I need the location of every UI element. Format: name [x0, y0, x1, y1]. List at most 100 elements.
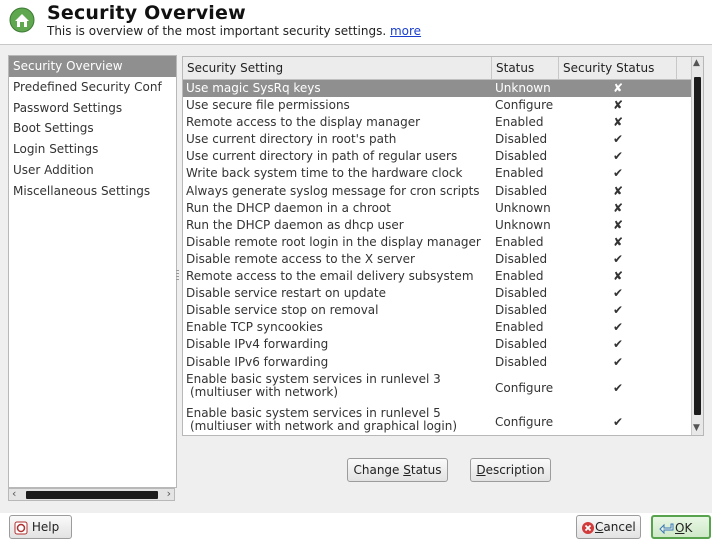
table-row[interactable]: Run the DHCP daemon in a chroot Unknown ✘ — [183, 200, 691, 217]
table-row[interactable]: Enable TCP syncookies Enabled ✔ — [183, 319, 691, 336]
insecure-cross-icon: ✘ — [612, 183, 624, 198]
table-body: Use magic SysRq keys Unknown ✘ Use secure f… — [183, 80, 691, 435]
button-label: escription — [485, 463, 545, 477]
security-setting-cell: Disable IPv6 forwarding — [186, 354, 490, 371]
table-row[interactable]: Use current directory in path of regular… — [183, 148, 691, 165]
scroll-right-icon[interactable]: › — [167, 487, 171, 500]
scrollbar-thumb[interactable] — [694, 77, 701, 415]
security-setting-cell: Disable remote access to the X server — [186, 251, 490, 268]
status-cell: Enabled — [495, 234, 544, 249]
secure-check-icon: ✔ — [612, 380, 624, 395]
sidebar-item[interactable]: Miscellaneous Settings — [9, 181, 176, 202]
scroll-down-icon[interactable]: ▼ — [693, 423, 700, 433]
security-setting-cell: Enable basic system services in runlevel… — [186, 406, 490, 433]
scroll-left-icon[interactable]: ‹ — [12, 487, 16, 500]
setting-name: Disable IPv6 forwarding — [186, 354, 329, 369]
yast-security-icon — [9, 7, 35, 33]
column-header-status[interactable]: Status — [492, 57, 559, 79]
table-vertical-scrollbar[interactable]: ▲ ▼ — [691, 57, 703, 435]
sidebar-item[interactable]: Login Settings — [9, 139, 176, 160]
status-cell: Disabled — [495, 303, 548, 318]
insecure-cross-icon: ✘ — [612, 98, 624, 113]
security-setting-cell: Remote access to the email delivery subs… — [186, 268, 490, 285]
cancel-button[interactable]: Cancel — [576, 515, 641, 539]
table-row[interactable]: Enable basic system services in runlevel… — [183, 405, 691, 435]
insecure-cross-icon: ✘ — [612, 81, 624, 95]
setting-name: Always generate syslog message for cron … — [186, 183, 480, 198]
button-label: Help — [31, 520, 60, 534]
sidebar-item[interactable]: Predefined Security Conf — [9, 77, 176, 98]
status-cell: Unknown — [495, 217, 551, 232]
status-cell: Disabled — [495, 149, 548, 164]
secure-check-icon: ✔ — [612, 337, 624, 352]
setting-name: Run the DHCP daemon as dhcp user — [186, 217, 404, 232]
table-row[interactable]: Remote access to the email delivery subs… — [183, 268, 691, 285]
status-cell: Enabled — [495, 320, 544, 335]
setting-name: Use secure file permissions — [186, 98, 350, 113]
secure-check-icon: ✔ — [612, 251, 624, 266]
sidebar-tree[interactable]: Security Overview Predefined Security Con… — [8, 55, 177, 488]
table-row[interactable]: Remote access to the display manager Enab… — [183, 114, 691, 131]
secure-check-icon: ✔ — [612, 166, 624, 181]
sidebar-item[interactable]: Password Settings — [9, 98, 176, 119]
insecure-cross-icon: ✘ — [612, 200, 624, 215]
security-setting-cell: Run the DHCP daemon as dhcp user — [186, 217, 490, 234]
table-row[interactable]: Use secure file permissions Configure ✘ — [183, 97, 691, 114]
button-mnemonic: S — [403, 463, 411, 477]
column-header-security-status[interactable]: Security Status — [559, 57, 677, 79]
status-cell: Disabled — [495, 337, 548, 352]
help-icon — [14, 521, 28, 534]
setting-name-continuation: (multiuser with network) — [190, 384, 339, 399]
setting-name: Write back system time to the hardware c… — [186, 166, 463, 181]
insecure-cross-icon: ✘ — [612, 234, 624, 249]
security-setting-cell: Run the DHCP daemon in a chroot — [186, 200, 490, 217]
help-button[interactable]: Help — [9, 515, 72, 539]
table-row[interactable]: Disable IPv6 forwarding Disabled ✔ — [183, 354, 691, 371]
column-header-security-setting[interactable]: Security Setting — [183, 57, 492, 79]
ok-button[interactable]: OK — [651, 515, 711, 539]
security-setting-cell: Use secure file permissions — [186, 97, 490, 114]
scroll-up-icon[interactable]: ▲ — [693, 58, 700, 68]
status-cell: Disabled — [495, 132, 548, 147]
table-row[interactable]: Always generate syslog message for cron … — [183, 183, 691, 200]
button-label: tatus — [410, 463, 442, 477]
secure-check-icon: ✔ — [612, 414, 624, 429]
status-cell: Disabled — [495, 286, 548, 301]
table-row[interactable]: Disable remote access to the X server Dis… — [183, 251, 691, 268]
status-cell: Enabled — [495, 115, 544, 130]
setting-name: Disable remote access to the X server — [186, 251, 415, 266]
table-row[interactable]: Enable basic system services in runlevel… — [183, 371, 691, 405]
status-cell: Disabled — [495, 354, 548, 369]
status-cell: Disabled — [495, 183, 548, 198]
insecure-cross-icon: ✘ — [612, 115, 624, 130]
change-status-button[interactable]: Change Status — [347, 458, 448, 482]
table-row[interactable]: Disable remote root login in the display… — [183, 234, 691, 251]
cancel-icon — [582, 521, 594, 534]
security-setting-cell: Disable remote root login in the display… — [186, 234, 490, 251]
scrollbar-thumb[interactable] — [26, 491, 158, 499]
sidebar-horizontal-scrollbar[interactable]: ‹ › — [8, 487, 175, 501]
more-link[interactable]: more — [390, 24, 421, 38]
table-row[interactable]: Use current directory in root's path Disa… — [183, 131, 691, 148]
setting-name: Enable basic system services in runlevel… — [186, 371, 441, 386]
setting-name: Run the DHCP daemon in a chroot — [186, 200, 392, 215]
table-row[interactable]: Disable service stop on removal Disabled ✔ — [183, 302, 691, 319]
table-row[interactable]: Disable service restart on update Disable… — [183, 285, 691, 302]
secure-check-icon: ✔ — [612, 132, 624, 147]
status-cell: Configure — [495, 98, 554, 113]
security-settings-table[interactable]: Security Setting Status Security Status … — [182, 56, 704, 436]
secure-check-icon: ✔ — [612, 149, 624, 164]
description-button[interactable]: Description — [470, 458, 551, 482]
table-row[interactable]: Run the DHCP daemon as dhcp user Unknown ✘ — [183, 217, 691, 234]
table-row[interactable]: Disable IPv4 forwarding Disabled ✔ — [183, 336, 691, 353]
table-row[interactable]: Write back system time to the hardware c… — [183, 165, 691, 182]
sidebar-item[interactable]: Boot Settings — [9, 118, 176, 139]
security-setting-cell: Remote access to the display manager — [186, 114, 490, 131]
table-row[interactable]: Use magic SysRq keys Unknown ✘ — [183, 80, 691, 98]
sidebar-item[interactable]: Security Overview — [9, 56, 176, 77]
sidebar-item[interactable]: User Addition — [9, 160, 176, 181]
pane-splitter-handle[interactable] — [176, 270, 179, 280]
secure-check-icon: ✔ — [612, 354, 624, 369]
setting-name: Use current directory in root's path — [186, 132, 397, 147]
ok-arrow-icon — [659, 523, 674, 534]
